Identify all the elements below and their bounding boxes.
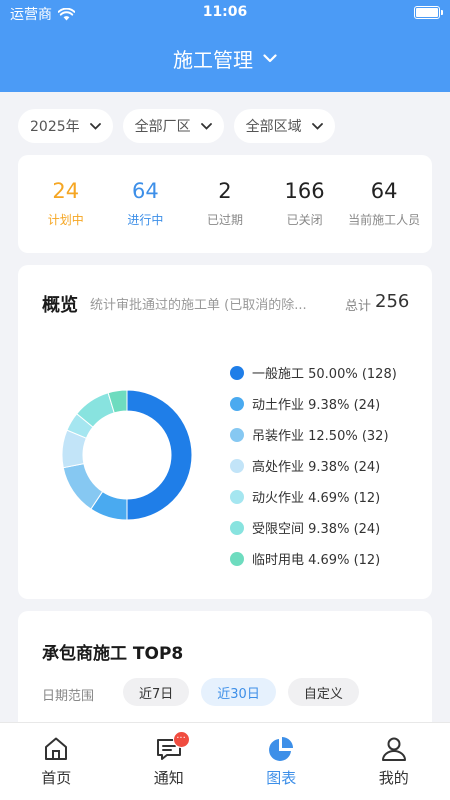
battery-icon	[414, 6, 443, 19]
legend-item[interactable]: 高处作业 9.38% (24)	[230, 450, 397, 481]
legend-label: 受限空间 9.38% (24)	[252, 522, 381, 537]
stat-in-progress[interactable]: 64 进行中	[108, 179, 182, 228]
overview-card: 概览 统计审批通过的施工单 (已取消的除... 总计 256 一般施工 50.0…	[18, 265, 432, 599]
filter-area[interactable]: 全部区域	[233, 109, 335, 143]
filter-bar: 2025年 全部厂区 全部区域	[18, 109, 335, 143]
legend-label: 吊装作业 12.50% (32)	[252, 429, 389, 444]
app-header: 运营商 11:06 施工管理	[0, 0, 450, 92]
legend-swatch	[230, 520, 244, 535]
status-bar: 运营商 11:06	[0, 0, 450, 26]
legend-swatch	[230, 365, 244, 380]
donut-slice-1[interactable]	[126, 390, 192, 520]
legend-item[interactable]: 动火作业 4.69% (12)	[230, 481, 397, 512]
stat-planned[interactable]: 24 计划中	[29, 179, 103, 228]
legend-label: 临时用电 4.69% (12)	[252, 553, 381, 568]
stat-label: 进行中	[127, 213, 164, 227]
filter-label: 全部区域	[245, 119, 302, 135]
legend-item[interactable]: 吊装作业 12.50% (32)	[230, 419, 397, 450]
tab-label: 通知	[153, 769, 184, 787]
legend-item[interactable]: 动土作业 9.38% (24)	[230, 388, 397, 419]
chevron-down-icon	[263, 54, 277, 63]
chevron-down-icon	[89, 122, 101, 130]
tab-label: 首页	[41, 769, 72, 787]
legend-label: 动土作业 9.38% (24)	[252, 398, 381, 413]
notification-badge: ···	[172, 731, 190, 748]
stat-value: 166	[284, 179, 325, 203]
date-range-label: 日期范围	[42, 689, 95, 704]
tab-label: 我的	[378, 769, 409, 787]
tab-label: 图表	[266, 769, 297, 787]
legend-swatch	[230, 396, 244, 411]
section-title: 承包商施工 TOP8	[42, 644, 184, 664]
total-value: 256	[375, 291, 410, 312]
date-range-options: 近7日 近30日 自定义	[123, 678, 359, 706]
range-30-days-button[interactable]: 近30日	[201, 678, 276, 706]
donut-chart	[62, 390, 192, 520]
chevron-down-icon	[200, 122, 212, 130]
user-icon	[381, 737, 406, 761]
overview-description: 统计审批通过的施工单 (已取消的除...	[90, 298, 307, 313]
legend-item[interactable]: 受限空间 9.38% (24)	[230, 512, 397, 543]
stat-value: 2	[218, 179, 232, 203]
tab-charts[interactable]: 图表	[225, 723, 338, 800]
overview-title: 概览	[42, 295, 78, 316]
pie-chart-icon	[269, 737, 294, 761]
filter-year[interactable]: 2025年	[18, 109, 113, 143]
legend-item[interactable]: 一般施工 50.00% (128)	[230, 357, 397, 388]
legend-swatch	[230, 427, 244, 442]
stat-value: 64	[370, 179, 398, 203]
filter-label: 全部厂区	[134, 119, 191, 135]
stat-label: 已过期	[206, 213, 243, 227]
stats-card: 24 计划中 64 进行中 2 已过期 166 已关闭 64 当前施工人员	[18, 155, 432, 253]
stat-closed[interactable]: 166 已关闭	[268, 179, 342, 228]
clock: 11:06	[202, 4, 248, 20]
home-icon	[45, 737, 68, 760]
legend-label: 动火作业 4.69% (12)	[252, 491, 381, 506]
stat-workers[interactable]: 64 当前施工人员	[347, 179, 421, 228]
title-dropdown[interactable]: 施工管理	[0, 44, 450, 73]
legend-swatch	[230, 458, 244, 473]
filter-plant[interactable]: 全部厂区	[122, 109, 224, 143]
legend-label: 高处作业 9.38% (24)	[252, 460, 381, 475]
tab-bar: 首页 ··· 通知 图表 我的	[0, 722, 450, 800]
stat-label: 当前施工人员	[348, 213, 421, 227]
legend-label: 一般施工 50.00% (128)	[252, 367, 397, 382]
tab-profile[interactable]: 我的	[338, 723, 450, 800]
chart-legend: 一般施工 50.00% (128) 动土作业 9.38% (24) 吊装作业 12.…	[230, 357, 397, 574]
page-title: 施工管理	[173, 48, 253, 72]
stat-expired[interactable]: 2 已过期	[188, 179, 262, 228]
chevron-down-icon	[311, 122, 323, 130]
stat-value: 64	[132, 179, 159, 203]
range-7-days-button[interactable]: 近7日	[123, 678, 190, 706]
total-label: 总计	[345, 299, 372, 314]
range-custom-button[interactable]: 自定义	[287, 678, 359, 706]
legend-swatch	[230, 489, 244, 504]
tab-notifications[interactable]: ··· 通知	[113, 723, 226, 800]
stat-value: 24	[52, 179, 80, 203]
stat-label: 计划中	[47, 213, 84, 227]
legend-item[interactable]: 临时用电 4.69% (12)	[230, 543, 397, 574]
stat-label: 已关闭	[286, 213, 323, 227]
filter-label: 2025年	[30, 119, 80, 135]
legend-swatch	[230, 551, 244, 566]
tab-home[interactable]: 首页	[0, 723, 113, 800]
